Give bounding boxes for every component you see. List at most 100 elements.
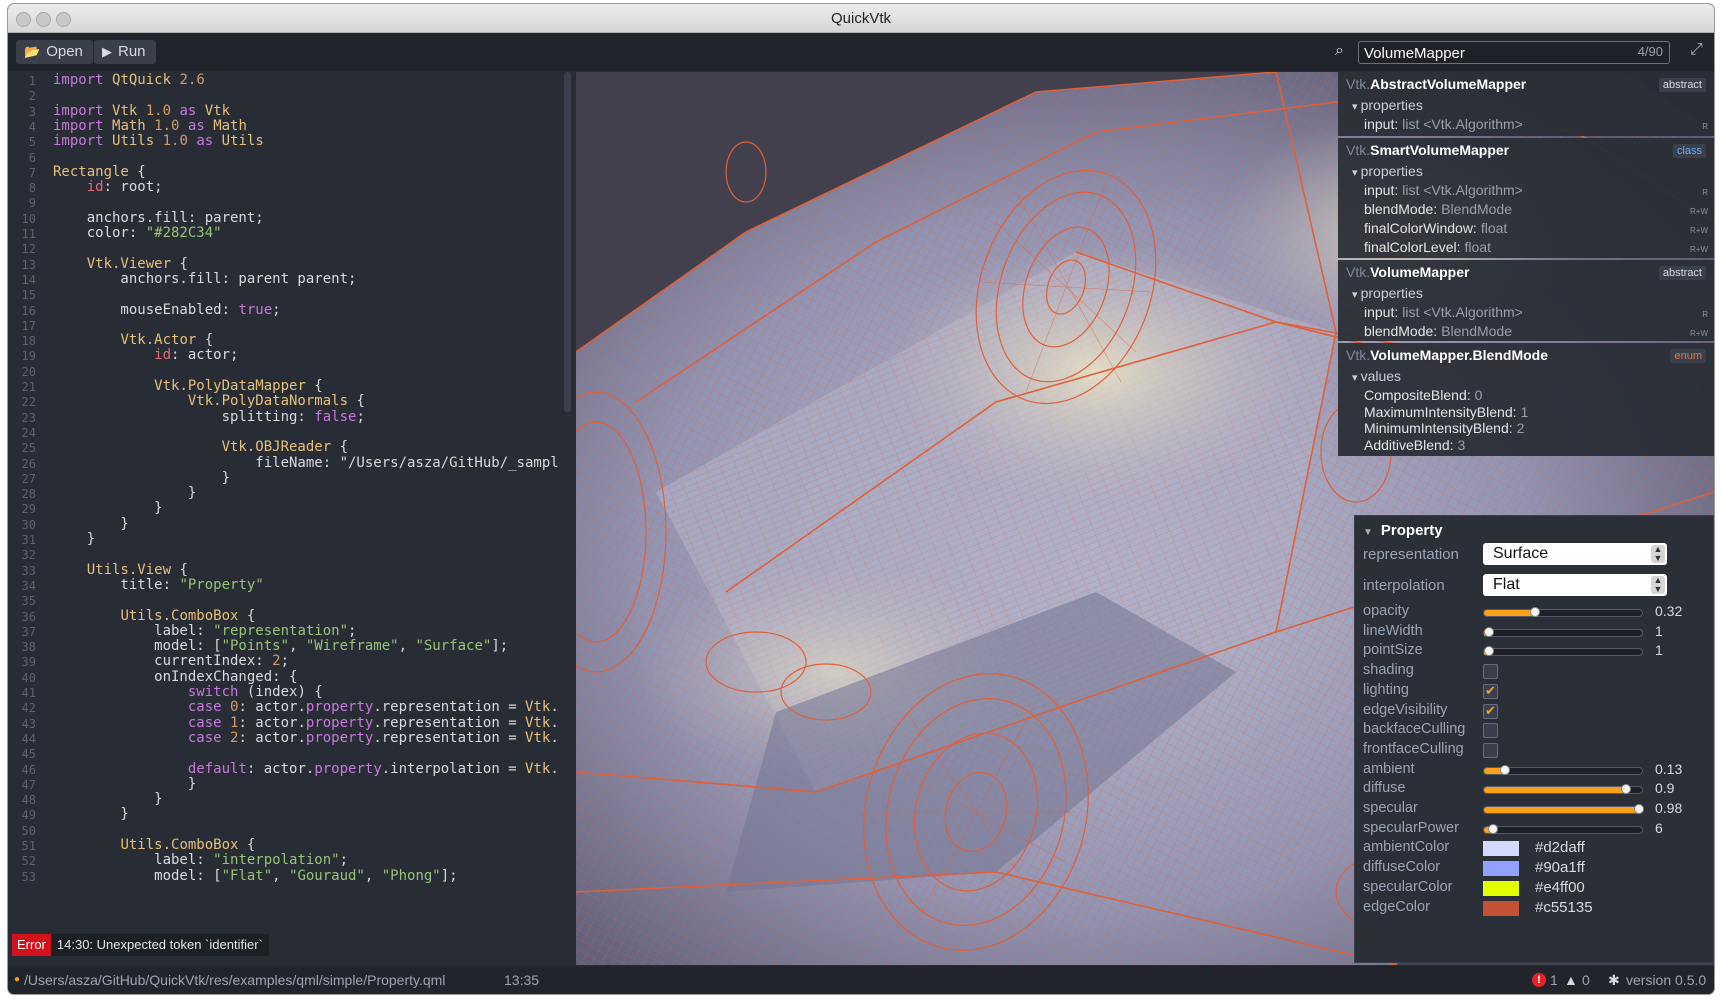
line-number: 40	[21, 670, 36, 685]
slider-handle[interactable]	[1488, 823, 1499, 834]
code-line[interactable]: Utils.ComboBox {	[53, 608, 255, 624]
code-line[interactable]: mouseEnabled: true;	[53, 302, 280, 318]
line-number: 35	[21, 594, 36, 609]
code-line[interactable]: }	[53, 470, 230, 486]
code-line[interactable]: import Vtk 1.0 as Vtk	[53, 103, 230, 119]
line-number: 1	[28, 74, 36, 88]
code-line[interactable]: switch (index) {	[53, 684, 323, 700]
property-title-label: Property	[1380, 522, 1443, 539]
code-line[interactable]: currentIndex: 2;	[53, 653, 289, 669]
specularPower-slider[interactable]	[1483, 823, 1643, 834]
opacity-slider[interactable]	[1483, 607, 1643, 617]
frontfaceCulling-checkbox[interactable]	[1483, 742, 1498, 758]
code-line[interactable]: Utils.View {	[53, 562, 188, 578]
color-label: diffuseColor	[1363, 859, 1441, 876]
code-line[interactable]: default: actor.property.interpolation = …	[53, 761, 559, 777]
ambientColor-swatch[interactable]	[1483, 841, 1519, 857]
editor-scrollbar[interactable]	[564, 72, 571, 412]
slider-handle[interactable]	[1483, 626, 1494, 637]
doc-section-toggle[interactable]: ▾ properties	[1352, 97, 1423, 113]
lighting-checkbox[interactable]: ✔	[1483, 683, 1498, 699]
doc-card-title: Vtk.VolumeMapper.BlendMode	[1346, 347, 1548, 363]
slider-handle[interactable]	[1483, 646, 1494, 657]
doc-access-badge: R	[1702, 310, 1708, 319]
specular-slider[interactable]	[1483, 804, 1644, 814]
code-line[interactable]: id: actor;	[53, 347, 238, 363]
code-line[interactable]: color: "#282C34"	[53, 225, 222, 241]
open-button[interactable]: 📂 Open	[16, 40, 93, 64]
pointSize-slider[interactable]	[1483, 646, 1643, 657]
code-line[interactable]: import Math 1.0 as Math	[53, 118, 247, 134]
code-line[interactable]: title: "Property"	[53, 577, 263, 593]
code-line[interactable]: label: "interpolation";	[53, 852, 348, 868]
code-line[interactable]: Vtk.OBJReader {	[53, 439, 348, 455]
doc-card-title: Vtk.AbstractVolumeMapper	[1346, 76, 1526, 92]
code-line[interactable]: }	[53, 500, 162, 516]
representation-select[interactable]: Surface ▲ ▼	[1483, 543, 1667, 565]
doc-row: input: list <Vtk.Algorithm>	[1364, 116, 1523, 132]
code-line[interactable]: Vtk.PolyDataNormals {	[53, 393, 365, 409]
doc-card[interactable]: Vtk.AbstractVolumeMapper abstract ▾ proper…	[1338, 72, 1714, 136]
line-number: 21	[21, 380, 36, 394]
expand-icon[interactable]: ⤢	[1690, 41, 1703, 59]
interpolation-select[interactable]: Flat ▲ ▼	[1483, 574, 1667, 596]
code-line[interactable]: case 0: actor.property.representation = …	[53, 699, 559, 715]
code-line[interactable]: Vtk.Actor {	[53, 332, 213, 348]
code-line[interactable]: anchors.fill: parent;	[53, 210, 264, 226]
property-label: frontfaceCulling	[1363, 740, 1464, 757]
doc-row-name: AdditiveBlend:	[1364, 436, 1454, 453]
search-input[interactable]	[1362, 42, 1596, 64]
property-label: specular	[1363, 800, 1418, 816]
code-line[interactable]: }	[53, 485, 196, 501]
doc-section-toggle[interactable]: ▾ properties	[1352, 163, 1423, 179]
code-editor[interactable]: 1 2 3 4 5 6 7 8 9 10 11 12 13 14 15 16 17 18 19 20 21 22 23 24 2…	[8, 72, 576, 965]
doc-section-toggle[interactable]: ▾ properties	[1352, 285, 1423, 301]
line-number: 22	[21, 395, 36, 410]
doc-row: AdditiveBlend: 3	[1364, 437, 1465, 453]
backfaceCulling-checkbox[interactable]	[1483, 723, 1498, 739]
specularColor-swatch[interactable]	[1483, 880, 1519, 896]
code-line[interactable]: import Utils 1.0 as Utils	[53, 133, 264, 149]
code-line[interactable]: Vtk.Viewer {	[53, 256, 188, 272]
code-line[interactable]: }	[53, 806, 128, 822]
slider-handle[interactable]	[1529, 607, 1540, 617]
code-line[interactable]: model: ["Points", "Wireframe", "Surface"…	[53, 638, 508, 654]
edgeVisibility-checkbox[interactable]: ✔	[1483, 703, 1498, 719]
updown-chevron-icon: ▲ ▼	[1651, 576, 1665, 594]
slider-handle[interactable]	[1633, 804, 1644, 814]
code-line[interactable]: fileName: "/Users/asza/GitHub/_sampl	[53, 455, 558, 471]
doc-card[interactable]: Vtk.SmartVolumeMapper class ▾ properties in…	[1338, 138, 1714, 258]
lineWidth-slider[interactable]	[1483, 626, 1643, 637]
doc-section-toggle[interactable]: ▾ values	[1352, 368, 1401, 384]
code-line[interactable]: Vtk.PolyDataMapper {	[53, 378, 323, 394]
code-line[interactable]: import QtQuick 2.6	[53, 72, 205, 88]
search-box[interactable]: 4/90	[1358, 41, 1670, 64]
code-line[interactable]: anchors.fill: parent parent;	[53, 271, 356, 287]
edgeColor-swatch[interactable]	[1483, 900, 1519, 916]
shading-checkbox[interactable]	[1483, 664, 1498, 680]
code-line[interactable]: id: root;	[53, 179, 163, 195]
line-number: 17	[21, 318, 36, 333]
code-line[interactable]: model: ["Flat", "Gouraud", "Phong"];	[53, 868, 457, 884]
code-line[interactable]: }	[53, 791, 162, 807]
code-line[interactable]: label: "representation";	[53, 623, 356, 639]
code-line[interactable]: }	[53, 531, 95, 547]
doc-card[interactable]: Vtk.VolumeMapper abstract ▾ properties inpu…	[1338, 260, 1714, 341]
ambient-slider[interactable]	[1483, 764, 1643, 775]
diffuse-slider[interactable]	[1483, 784, 1643, 795]
code-line[interactable]: onIndexChanged: {	[53, 669, 297, 685]
diffuseColor-swatch[interactable]	[1483, 861, 1519, 877]
property-panel-title[interactable]: ▼ Property	[1363, 522, 1443, 539]
code-line[interactable]: splitting: false;	[53, 409, 365, 425]
slider-handle[interactable]	[1499, 764, 1510, 775]
slider-handle[interactable]	[1621, 784, 1632, 795]
code-line[interactable]: case 2: actor.property.representation = …	[53, 730, 559, 746]
code-line[interactable]: }	[53, 516, 128, 532]
code-line[interactable]: Rectangle {	[53, 164, 146, 180]
code-line[interactable]: case 1: actor.property.representation = …	[53, 715, 559, 731]
run-button[interactable]: ▶ Run	[94, 40, 156, 64]
code-line[interactable]: Utils.ComboBox {	[53, 837, 255, 853]
doc-card[interactable]: Vtk.VolumeMapper.BlendMode enum ▾ values Co…	[1338, 343, 1714, 456]
expand-arrow-icon: ▾	[1352, 289, 1361, 301]
code-line[interactable]: }	[53, 776, 196, 792]
